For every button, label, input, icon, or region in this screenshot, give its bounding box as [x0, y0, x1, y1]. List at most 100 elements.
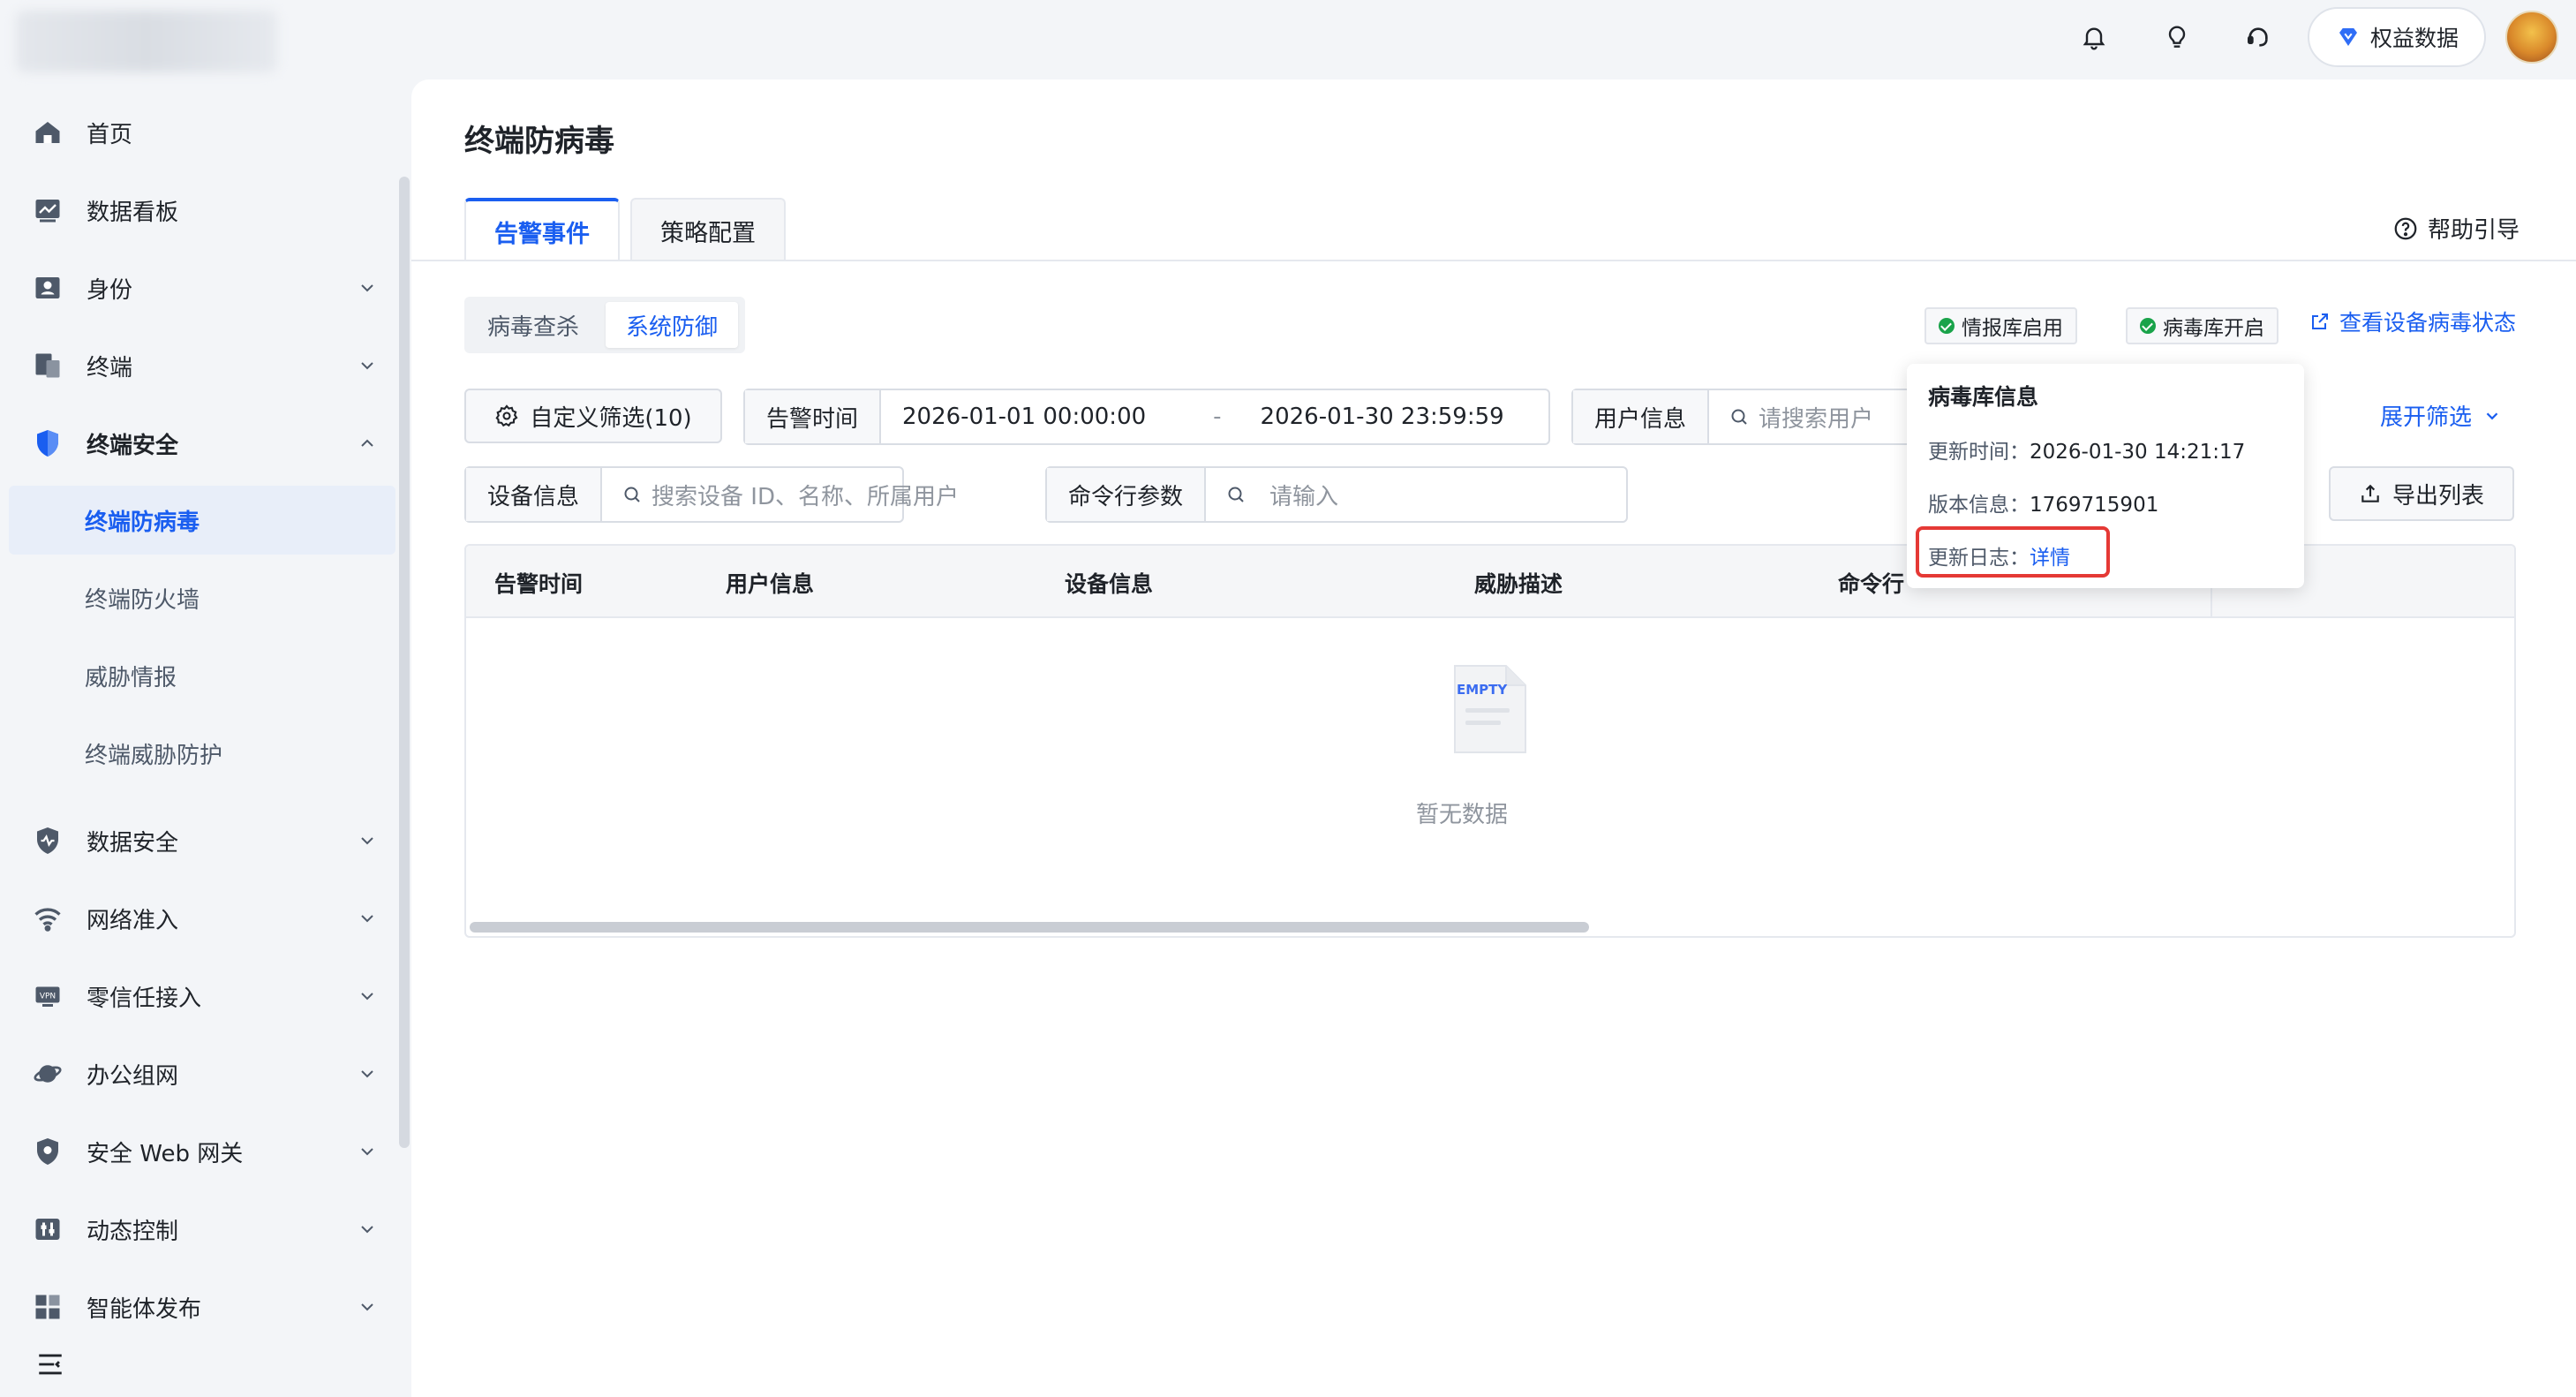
help-guide-label: 帮助引导 [2427, 217, 2520, 244]
chevron-down-icon [357, 1296, 378, 1318]
sidebar-item-label: 终端安全 [87, 432, 179, 459]
update-time-value: 2026-01-30 14:21:17 [2030, 441, 2246, 464]
status-badge-intel[interactable]: 情报库启用 [1924, 307, 2077, 344]
chevron-down-icon [357, 1219, 378, 1240]
custom-filter-label: 自定义筛选(10) [530, 404, 692, 432]
status-badge-virus-db[interactable]: 病毒库开启 [2126, 307, 2278, 344]
sidebar-subitem-antivirus[interactable]: 终端防病毒 [9, 486, 395, 555]
custom-filter-button[interactable]: 自定义筛选(10) [464, 389, 722, 443]
view-device-virus-status-label: 查看设备病毒状态 [2339, 310, 2516, 336]
rights-data-label: 权益数据 [2369, 26, 2459, 51]
sidebar-item-terminal[interactable]: 终端 [9, 332, 395, 399]
alerts-table: 告警时间 用户信息 设备信息 威胁描述 命令行 EMPTY 暂无数据 [464, 544, 2516, 938]
sidebar-item-label: 安全 Web 网关 [87, 1140, 244, 1167]
sidebar-item-network-access[interactable]: 网络准入 [9, 885, 395, 952]
rights-data-button[interactable]: 权益数据 [2308, 7, 2486, 67]
segment-virus-scan[interactable]: 病毒查杀 [471, 302, 595, 348]
sidebar-item-label: 网络准入 [87, 907, 179, 934]
empty-state-text: 暂无数据 [1416, 802, 1509, 828]
chevron-down-icon [357, 1141, 378, 1162]
sidebar-item-dashboard[interactable]: 数据看板 [9, 177, 395, 244]
chevron-up-icon [357, 433, 378, 454]
chevron-down-icon [357, 1063, 378, 1084]
sidebar-subitem-threat-intel[interactable]: 威胁情报 [9, 641, 395, 710]
lightbulb-icon[interactable] [2159, 19, 2195, 55]
avatar[interactable] [2505, 11, 2558, 64]
segment-system-defense[interactable]: 系统防御 [606, 302, 738, 348]
main-panel: 终端防病毒 告警事件 策略配置 帮助引导 病毒查杀 系统防御 情报库启用 病毒库… [411, 79, 2576, 1397]
search-icon [1731, 409, 1747, 425]
export-icon [2361, 484, 2379, 502]
tab-alert-events[interactable]: 告警事件 [464, 198, 620, 261]
export-list-button[interactable]: 导出列表 [2329, 466, 2514, 521]
sidebar-subitem-firewall[interactable]: 终端防火墙 [9, 563, 395, 632]
version-value: 1769715901 [2030, 494, 2159, 517]
id-card-icon [32, 272, 64, 304]
sidebar-item-label: 办公组网 [87, 1062, 179, 1090]
sidebar-subitem-threat-protection[interactable]: 终端威胁防护 [9, 719, 395, 788]
expand-filter-button[interactable]: 展开筛选 [2380, 399, 2502, 432]
sidebar-item-office-network[interactable]: 办公组网 [9, 1040, 395, 1107]
popover-version-row: 版本信息：1769715901 [1928, 487, 2158, 517]
chevron-down-icon [357, 985, 378, 1007]
sidebar-item-zero-trust[interactable]: VPN 零信任接入 [9, 963, 395, 1030]
sidebar-item-agent-publish[interactable]: 智能体发布 [9, 1273, 395, 1340]
sidebar-item-identity[interactable]: 身份 [9, 254, 395, 321]
sidebar-item-data-security[interactable]: 数据安全 [9, 807, 395, 874]
column-header[interactable]: 设备信息 [1065, 567, 1153, 599]
sidebar-item-home[interactable]: 首页 [9, 99, 395, 166]
tab-policy-config[interactable]: 策略配置 [630, 198, 786, 261]
column-header[interactable]: 威胁描述 [1474, 567, 1563, 599]
page-title: 终端防病毒 [464, 124, 614, 159]
user-info-field[interactable]: 用户信息 请搜索用户 [1571, 389, 1924, 445]
view-device-virus-status-link[interactable]: 查看设备病毒状态 [2309, 306, 2516, 337]
devices-icon [32, 350, 64, 381]
expand-filter-label: 展开筛选 [2380, 404, 2473, 431]
table-horizontal-scrollbar[interactable] [470, 922, 1589, 933]
end-time-value[interactable]: 2026-01-30 23:59:59 [1222, 404, 1504, 430]
svg-text:VPN: VPN [40, 992, 56, 1001]
status-badge-label: 情报库启用 [1962, 317, 2063, 340]
sidebar-scrollbar[interactable] [399, 177, 410, 1148]
bell-icon[interactable] [2076, 19, 2112, 55]
search-icon [624, 487, 640, 502]
data-shield-icon [32, 825, 64, 857]
device-info-label: 设备信息 [466, 468, 603, 521]
sidebar-item-label: 智能体发布 [87, 1295, 202, 1323]
command-args-placeholder: 请输入 [1269, 483, 1339, 510]
alert-time-range-field[interactable]: 告警时间 2026-01-01 00:00:00 - 2026-01-30 23… [743, 389, 1550, 445]
version-label: 版本信息： [1928, 494, 2030, 517]
wifi-icon [32, 902, 64, 934]
date-range-separator: - [1213, 404, 1222, 430]
column-header[interactable]: 命令行 [1838, 567, 1904, 599]
segment-control: 病毒查杀 系统防御 [464, 297, 745, 353]
sidebar-item-label: 数据安全 [87, 829, 179, 857]
sidebar-item-secure-web-gateway[interactable]: 安全 Web 网关 [9, 1118, 395, 1185]
chevron-down-icon [357, 908, 378, 929]
user-info-label: 用户信息 [1573, 390, 1710, 443]
chevron-down-icon [357, 830, 378, 851]
tabs-divider [411, 260, 2576, 261]
column-header[interactable]: 告警时间 [494, 567, 583, 599]
status-badge-label: 病毒库开启 [2163, 317, 2264, 340]
sidebar-item-label: 动态控制 [87, 1218, 179, 1245]
popover-update-time-row: 更新时间：2026-01-30 14:21:17 [1928, 434, 2245, 464]
highlight-box [1916, 526, 2110, 578]
help-guide-button[interactable]: 帮助引导 [2392, 212, 2520, 245]
start-time-value[interactable]: 2026-01-01 00:00:00 [881, 404, 1146, 430]
empty-badge-text: EMPTY [1457, 682, 1508, 698]
sidebar-item-label: 零信任接入 [87, 985, 202, 1012]
vpn-icon: VPN [32, 980, 64, 1012]
column-header[interactable]: 用户信息 [726, 567, 814, 599]
sidebar-subitem-label: 终端防病毒 [85, 509, 200, 536]
command-args-field[interactable]: 命令行参数 请输入 [1045, 466, 1628, 523]
sidebar-item-terminal-security[interactable]: 终端安全 [9, 410, 395, 477]
headset-icon[interactable] [2241, 19, 2276, 55]
sidebar-subitem-label: 终端威胁防护 [85, 742, 223, 769]
device-info-field[interactable]: 设备信息 搜索设备 ID、名称、所属用户 [464, 466, 959, 523]
collapse-menu-icon[interactable] [35, 1349, 65, 1379]
command-args-label: 命令行参数 [1047, 468, 1207, 521]
sidebar-subitem-label: 威胁情报 [85, 664, 177, 691]
empty-state-icon: EMPTY [1446, 661, 1534, 758]
sidebar-item-dynamic-control[interactable]: 动态控制 [9, 1196, 395, 1263]
